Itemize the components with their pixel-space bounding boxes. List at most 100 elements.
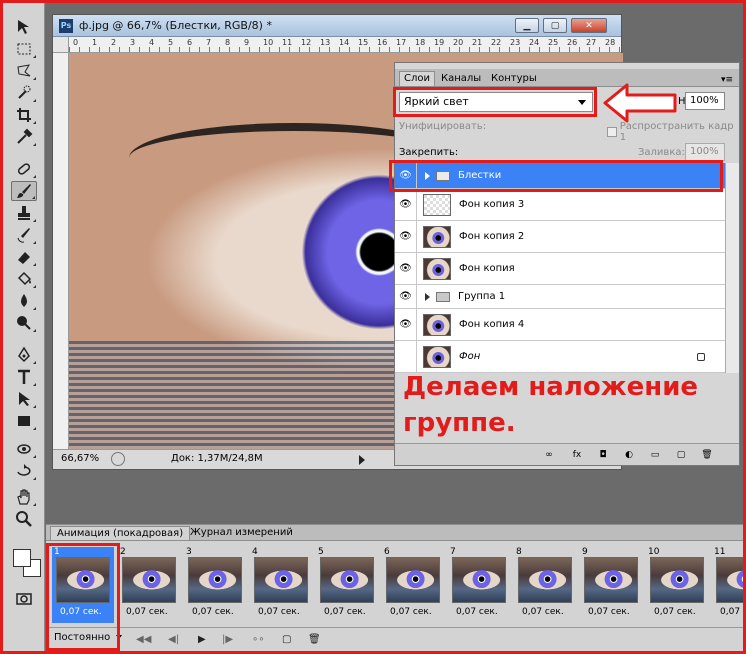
layer-row-fon-kopiya-4[interactable]: 👁 Фон копия 4 [395, 309, 725, 341]
ruler-corner[interactable] [53, 37, 69, 53]
dodge-tool-icon[interactable] [11, 313, 37, 333]
eye-icon[interactable]: 👁 [395, 221, 417, 252]
ruler-number: 2 [111, 38, 117, 47]
propagate-checkbox[interactable] [607, 127, 617, 137]
layer-style-icon[interactable]: fx [571, 449, 583, 461]
stamp-tool-icon[interactable] [11, 203, 37, 223]
trash-icon[interactable]: 🗑 [701, 449, 713, 461]
layer-row-fon-kopiya-2[interactable]: 👁 Фон копия 2 [395, 221, 725, 253]
adjustment-layer-icon[interactable]: ◐ [623, 449, 635, 461]
ruler-number: 23 [510, 38, 521, 47]
pen-tool-icon[interactable] [11, 345, 37, 365]
marquee-tool-icon[interactable] [11, 39, 37, 59]
animation-frame[interactable]: 5 0,07 сек. [316, 547, 378, 623]
next-frame-icon[interactable]: |▶ [222, 634, 233, 645]
tab-animation[interactable]: Анимация (покадровая) [50, 526, 191, 540]
new-group-icon[interactable]: ▭ [649, 449, 661, 461]
3d-rotate-tool-icon[interactable] [11, 439, 37, 459]
brush-tool-icon[interactable] [11, 181, 37, 201]
frame-duration[interactable]: 0,07 сек. [720, 607, 746, 617]
layer-row-fon-kopiya[interactable]: 👁 Фон копия [395, 253, 725, 285]
expand-triangle-icon[interactable] [425, 292, 430, 301]
lasso-tool-icon[interactable] [11, 61, 37, 81]
minimize-button[interactable]: ▁ [515, 18, 539, 33]
first-frame-icon[interactable]: ◀◀ [136, 634, 151, 645]
add-mask-icon[interactable]: ◘ [597, 449, 609, 461]
zoom-tool-icon[interactable] [11, 509, 37, 529]
animation-frame[interactable]: 8 0,07 сек. [514, 547, 576, 623]
blur-tool-icon[interactable] [11, 291, 37, 311]
path-selection-tool-icon[interactable] [11, 389, 37, 409]
eyedropper-tool-icon[interactable] [11, 127, 37, 147]
zoom-level[interactable]: 66,67% [61, 453, 99, 464]
rectangle-tool-icon[interactable] [11, 411, 37, 431]
duplicate-frame-icon[interactable]: ▢ [282, 634, 291, 645]
healing-brush-tool-icon[interactable] [11, 159, 37, 179]
animation-frame[interactable]: 6 0,07 сек. [382, 547, 444, 623]
quick-mask-icon[interactable] [11, 589, 37, 609]
panel-menu-icon[interactable]: ▾≡ [721, 75, 733, 85]
prev-frame-icon[interactable]: ◀| [168, 634, 179, 645]
link-layers-icon[interactable]: ∞ [543, 449, 555, 461]
frame-number: 4 [252, 547, 258, 557]
frame-duration[interactable]: 0,07 сек. [192, 607, 234, 617]
delete-frame-icon[interactable]: 🗑 [308, 634, 321, 645]
eye-icon[interactable]: 👁 [395, 189, 417, 220]
crop-tool-icon[interactable] [11, 105, 37, 125]
close-button[interactable]: ✕ [571, 18, 607, 33]
animation-frame[interactable]: 2 0,07 сек. [118, 547, 180, 623]
new-layer-icon[interactable]: ▢ [675, 449, 687, 461]
frame-duration[interactable]: 0,07 сек. [588, 607, 630, 617]
layer-row-gruppa-1[interactable]: 👁 Группа 1 [395, 285, 725, 309]
animation-frame[interactable]: 11 0,07 сек. [712, 547, 746, 623]
eraser-tool-icon[interactable] [11, 247, 37, 267]
animation-frame[interactable]: 7 0,07 сек. [448, 547, 510, 623]
eye-icon[interactable]: 👁 [395, 253, 417, 284]
ruler-number: 9 [244, 38, 250, 47]
animation-frame[interactable]: 10 0,07 сек. [646, 547, 708, 623]
layer-row-fon-kopiya-3[interactable]: 👁 Фон копия 3 [395, 189, 725, 221]
frame-duration[interactable]: 0,07 сек. [324, 607, 366, 617]
tab-channels[interactable]: Каналы [437, 72, 485, 87]
tab-measurement-log[interactable]: Журнал измерений [184, 526, 299, 539]
horizontal-ruler[interactable]: 0 1 2 3 4 5 6 7 8 9 10 11 12 13 14 15 16 17 18 19 20 21 22 23 24… [69, 37, 621, 53]
history-brush-tool-icon[interactable] [11, 225, 37, 245]
propagate-frame-option[interactable]: Распространить кадр 1 [607, 121, 739, 143]
frame-duration[interactable]: 0,07 сек. [456, 607, 498, 617]
vertical-ruler[interactable] [53, 53, 69, 449]
play-icon[interactable]: ▶ [198, 634, 206, 645]
layer-list-scrollbar[interactable] [725, 163, 739, 373]
animation-frame[interactable]: 4 0,07 сек. [250, 547, 312, 623]
paint-bucket-tool-icon[interactable] [11, 269, 37, 289]
hand-tool-icon[interactable] [11, 487, 37, 507]
frame-duration[interactable]: 0,07 сек. [126, 607, 168, 617]
eye-icon[interactable]: 👁 [395, 285, 417, 308]
frame-thumbnail [188, 557, 242, 603]
tab-paths[interactable]: Контуры [487, 72, 541, 87]
frame-number: 2 [120, 547, 126, 557]
first-frame-highlight [46, 543, 120, 651]
animation-frame[interactable]: 3 0,07 сек. [184, 547, 246, 623]
status-menu-arrow-icon[interactable] [359, 455, 365, 465]
document-title-bar[interactable]: Ps ф.jpg @ 66,7% (Блестки, RGB/8) * ▁ ▢ … [53, 15, 621, 37]
tween-icon[interactable]: ∘∘ [252, 634, 265, 645]
animation-frame[interactable]: 9 0,07 сек. [580, 547, 642, 623]
frame-duration[interactable]: 0,07 сек. [390, 607, 432, 617]
quick-selection-tool-icon[interactable] [11, 83, 37, 103]
frame-duration[interactable]: 0,07 сек. [522, 607, 564, 617]
frame-duration[interactable]: 0,07 сек. [258, 607, 300, 617]
ruler-number: 16 [377, 38, 388, 47]
frame-duration[interactable]: 0,07 сек. [654, 607, 696, 617]
status-options-icon[interactable] [111, 452, 125, 466]
active-layer-highlight [389, 160, 723, 192]
3d-orbit-tool-icon[interactable] [11, 461, 37, 481]
type-tool-icon[interactable] [11, 367, 37, 387]
tab-layers[interactable]: Слои [399, 71, 435, 86]
fill-input[interactable]: 100% [685, 143, 725, 161]
maximize-button[interactable]: ▢ [543, 18, 567, 33]
eye-hidden-icon[interactable] [395, 341, 417, 372]
eye-icon[interactable]: 👁 [395, 309, 417, 340]
move-tool-icon[interactable] [11, 17, 37, 37]
foreground-color-swatch[interactable] [13, 549, 31, 567]
opacity-input[interactable]: 100% [685, 92, 725, 110]
